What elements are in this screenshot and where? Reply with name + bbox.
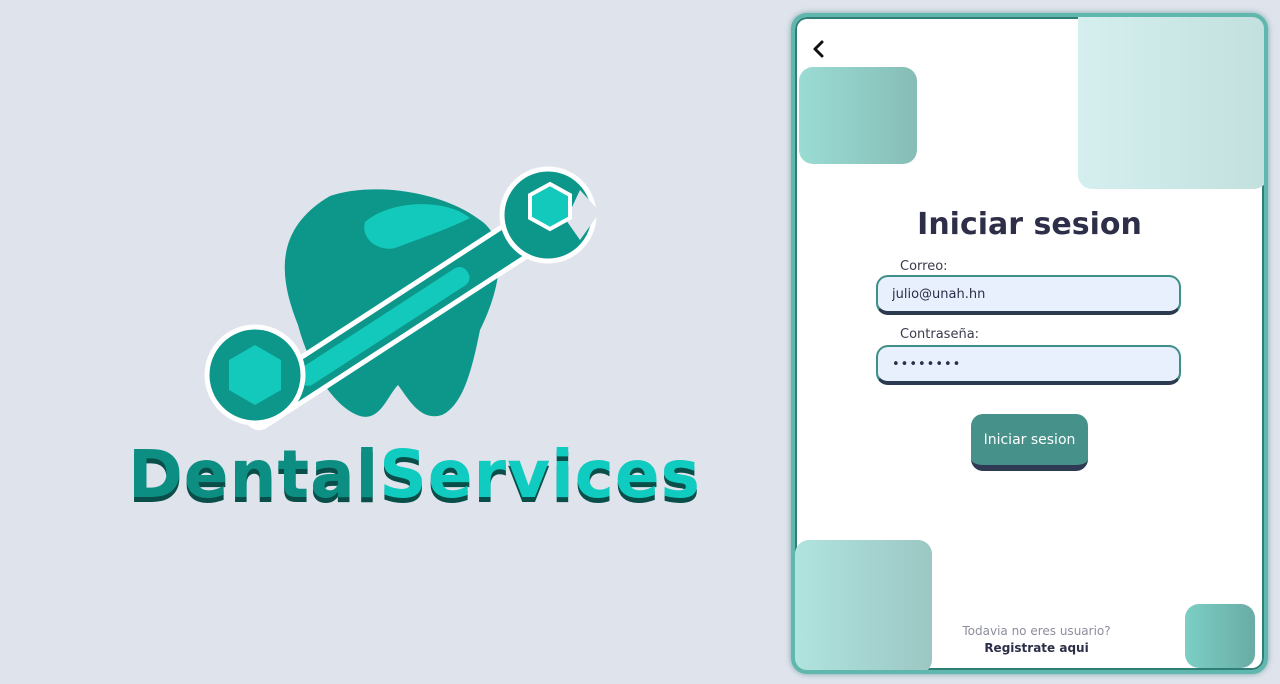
page-title: Iniciar sesion — [917, 207, 1142, 242]
register-link[interactable]: Registrate aqui — [795, 641, 1264, 655]
tooth-wrench-icon — [204, 166, 600, 431]
brand-logo: DentalServices — [120, 160, 700, 520]
register-prompt: Todavia no eres usuario? — [962, 624, 1111, 638]
decorative-square — [799, 67, 917, 164]
brand-text-services: Services — [379, 436, 701, 513]
password-field[interactable] — [876, 345, 1181, 385]
chevron-left-icon[interactable] — [809, 39, 829, 59]
email-label: Correo: — [900, 259, 948, 274]
brand-text-dental: Dental — [128, 436, 380, 513]
password-label: Contraseña: — [900, 327, 980, 342]
brand-wordmark: DentalServices — [128, 442, 701, 508]
email-field[interactable] — [876, 275, 1181, 315]
login-card: Iniciar sesion Correo: Contraseña: Inici… — [791, 13, 1268, 674]
decorative-square — [1078, 17, 1264, 189]
login-button[interactable]: Iniciar sesion — [971, 414, 1088, 471]
